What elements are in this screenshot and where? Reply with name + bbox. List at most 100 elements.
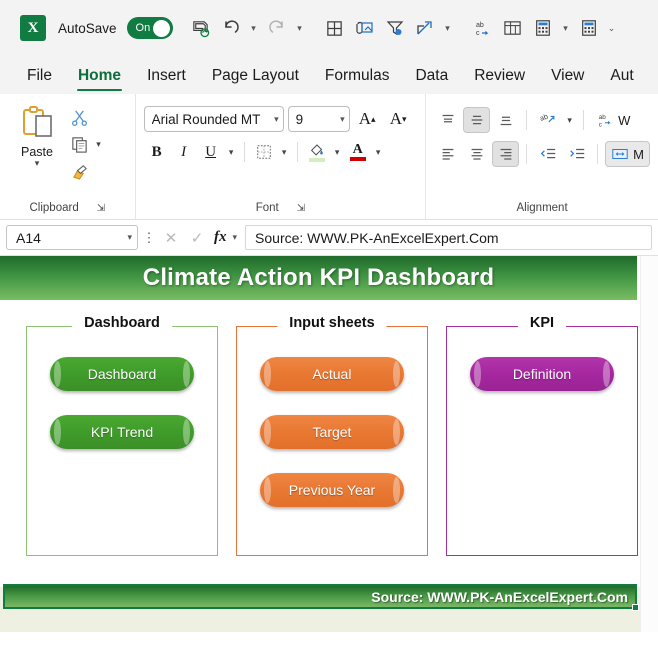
formula-input[interactable]: Source: WWW.PK-AnExcelExpert.Com [245, 225, 652, 250]
borders-button[interactable] [251, 139, 277, 165]
save-icon[interactable] [187, 13, 215, 43]
share-caret-icon[interactable]: ▾ [441, 13, 455, 43]
autosave-toggle[interactable]: On [126, 17, 173, 39]
excel-logo-icon: X [20, 15, 46, 41]
formula-bar-overflow-icon[interactable]: ⋮ [142, 230, 156, 246]
paste-button[interactable]: Paste ▾ [8, 100, 66, 169]
font-size-input[interactable]: 9 ▾ [287, 106, 350, 132]
svg-text:ab: ab [538, 112, 548, 123]
middle-align-button[interactable] [463, 107, 491, 133]
fill-color-button[interactable] [304, 139, 330, 165]
navigation-panels: Dashboard Dashboard KPI Trend Input shee… [0, 300, 658, 556]
tab-automate[interactable]: Aut [597, 67, 646, 94]
svg-text:ab: ab [599, 114, 607, 121]
tab-home[interactable]: Home [65, 67, 134, 94]
font-divider-1 [243, 142, 245, 162]
font-dialog-launcher[interactable]: ⇲ [297, 203, 305, 214]
center-align-button[interactable] [463, 141, 490, 167]
decrease-font-size-button[interactable]: A ▾ [385, 106, 412, 132]
table-grid-icon[interactable] [321, 13, 349, 43]
increase-indent-button[interactable] [563, 141, 590, 167]
increase-font-size-button[interactable]: A ▴ [354, 106, 381, 132]
tab-review[interactable]: Review [461, 67, 538, 94]
bottom-align-button[interactable] [492, 107, 519, 133]
nav-button-target[interactable]: Target [260, 415, 404, 449]
format-painter-button[interactable] [66, 159, 92, 183]
nav-button-previous-year[interactable]: Previous Year [260, 473, 404, 507]
cancel-entry-button[interactable]: ✕ [160, 225, 182, 251]
name-box-caret-icon[interactable]: ▾ [127, 232, 132, 243]
spelling-icon[interactable]: ab c [469, 13, 497, 43]
paste-caret-icon[interactable]: ▾ [35, 158, 40, 169]
calculator-alt-icon[interactable] [575, 13, 603, 43]
calculator-caret-icon[interactable]: ▾ [559, 13, 573, 43]
name-box[interactable]: A14 ▾ [6, 225, 138, 250]
selected-cell-source-bar[interactable]: Source: WWW.PK-AnExcelExpert.Com [3, 584, 639, 611]
top-align-button[interactable] [434, 107, 461, 133]
alignment-divider-2 [583, 110, 585, 130]
nav-button-kpi-trend[interactable]: KPI Trend [50, 415, 194, 449]
tab-file[interactable]: File [14, 67, 65, 94]
font-name-caret-icon[interactable]: ▾ [274, 114, 279, 125]
tab-page-layout[interactable]: Page Layout [199, 67, 312, 94]
font-color-label: A [352, 142, 363, 157]
nav-button-actual[interactable]: Actual [260, 357, 404, 391]
align-right-icon [500, 148, 512, 160]
fill-color-caret-icon[interactable]: ▾ [331, 140, 344, 164]
merge-center-icon [612, 149, 628, 159]
tab-view[interactable]: View [538, 67, 597, 94]
borders-caret-icon[interactable]: ▾ [278, 140, 291, 164]
font-name-input[interactable]: Arial Rounded MT ▾ [143, 106, 284, 132]
share-icon[interactable] [411, 13, 439, 43]
calculator-icon[interactable] [529, 13, 557, 43]
font-color-caret-icon[interactable]: ▾ [372, 140, 385, 164]
font-name-value: Arial Rounded MT [151, 111, 261, 127]
clipboard-dialog-launcher[interactable]: ⇲ [97, 203, 105, 214]
font-size-caret-icon[interactable]: ▾ [340, 114, 345, 125]
wrap-text-label: W [618, 112, 631, 128]
ribbon-group-alignment: ab ▾ ab c W M Alignment [426, 94, 658, 219]
undo-icon[interactable] [217, 13, 245, 43]
merge-center-button[interactable]: M [605, 141, 650, 167]
vertical-scrollbar[interactable] [640, 256, 658, 632]
paintbrush-icon [72, 164, 87, 180]
formula-bar-expand-icon[interactable]: ▾ [233, 232, 238, 243]
underline-caret-icon[interactable]: ▾ [225, 140, 238, 164]
underline-label: U [205, 143, 217, 160]
filter-settings-icon[interactable] [381, 13, 409, 43]
fill-handle[interactable] [632, 604, 639, 611]
pivot-table-icon[interactable] [499, 13, 527, 43]
orientation-button[interactable]: ab [534, 107, 561, 133]
paste-label: Paste [21, 145, 53, 159]
ribbon-body: Paste ▾ ▾ Clipboard ⇲ Arial Rounded MT ▾… [0, 94, 658, 220]
redo-icon[interactable] [263, 13, 291, 43]
copy-button[interactable] [66, 132, 92, 156]
shrink-font-label: A [389, 109, 402, 128]
nav-button-definition[interactable]: Definition [470, 357, 614, 391]
copy-caret-icon[interactable]: ▾ [92, 132, 105, 156]
confirm-entry-button[interactable]: ✓ [186, 225, 208, 251]
customize-qat-icon[interactable]: ⌄ [605, 13, 619, 43]
orientation-caret-icon[interactable]: ▾ [563, 108, 576, 132]
tab-data[interactable]: Data [402, 67, 461, 94]
tab-insert[interactable]: Insert [134, 67, 199, 94]
copy-icon [71, 136, 87, 153]
decrease-indent-button[interactable] [534, 141, 561, 167]
alignment-divider-1 [526, 110, 528, 130]
decrease-indent-icon [540, 148, 555, 159]
undo-caret-icon[interactable]: ▾ [247, 13, 261, 43]
tab-formulas[interactable]: Formulas [312, 67, 403, 94]
wrap-text-button[interactable]: ab c W [591, 107, 635, 133]
insert-function-button[interactable]: fx [212, 229, 229, 246]
underline-button[interactable]: U [198, 139, 224, 165]
align-right-button[interactable] [492, 141, 520, 167]
nav-button-dashboard[interactable]: Dashboard [50, 357, 194, 391]
font-color-button[interactable]: A [345, 139, 371, 165]
clipboard-small-buttons: ▾ [66, 100, 105, 184]
redo-caret-icon[interactable]: ▾ [293, 13, 307, 43]
italic-button[interactable]: I [171, 139, 197, 165]
bold-button[interactable]: B [144, 139, 170, 165]
align-left-button[interactable] [434, 141, 461, 167]
cut-button[interactable] [66, 105, 92, 129]
attach-picture-icon[interactable] [351, 13, 379, 43]
